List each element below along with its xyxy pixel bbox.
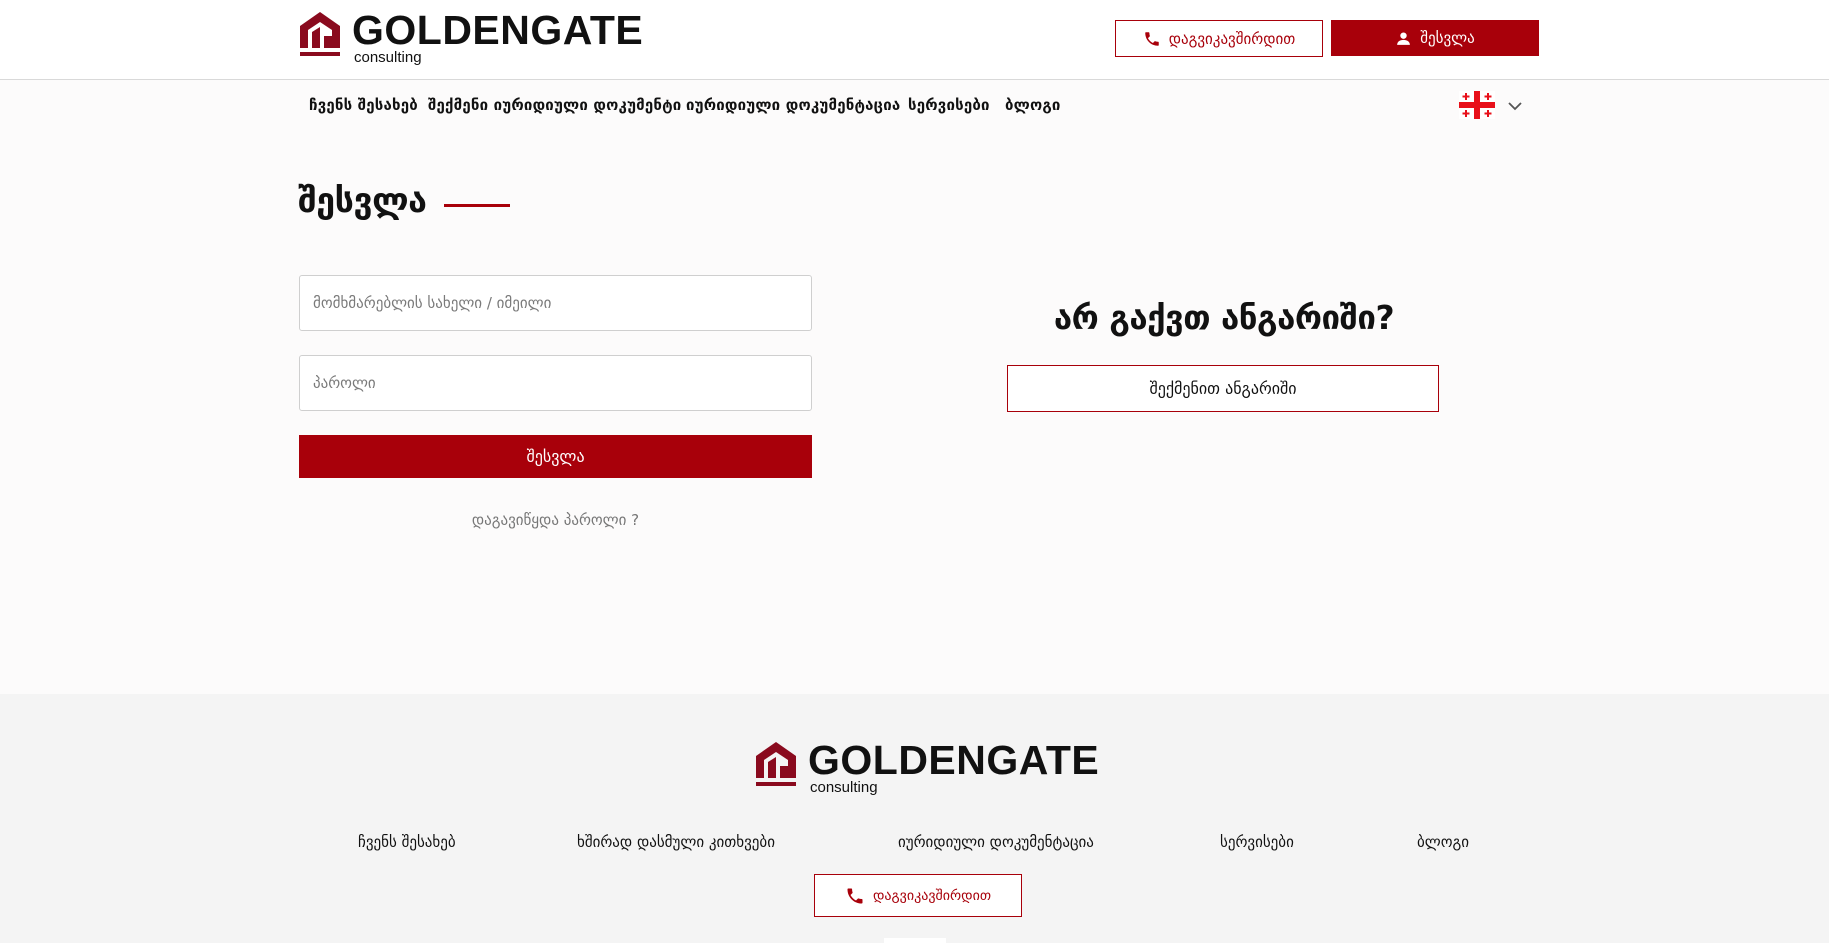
footer-partial-element bbox=[884, 938, 946, 943]
footer-link-blog[interactable]: ბლოგი bbox=[1417, 833, 1469, 851]
contact-button-label: დაგვიკავშირდით bbox=[1168, 29, 1296, 48]
top-header bbox=[0, 0, 1829, 80]
login-submit-label: შესვლა bbox=[526, 447, 585, 466]
title-accent-line bbox=[444, 204, 510, 207]
goldengate-logo-icon bbox=[300, 12, 340, 56]
goldengate-logo-icon bbox=[756, 742, 796, 786]
nav-item-create-document[interactable]: შექმენი იურიდიული დოკუმენტი bbox=[428, 96, 681, 114]
forgot-password-link[interactable]: დაგავიწყდა პაროლი ? bbox=[299, 511, 812, 529]
nav-item-blog[interactable]: ბლოგი bbox=[1005, 96, 1061, 114]
header-login-button[interactable]: შესვლა bbox=[1331, 20, 1539, 56]
nav-item-legal-documents[interactable]: იურიდიული დოკუმენტაცია bbox=[686, 96, 900, 114]
login-submit-button[interactable]: შესვლა bbox=[299, 435, 812, 478]
georgian-flag-icon[interactable] bbox=[1459, 91, 1495, 119]
create-account-label: შექმენით ანგარიში bbox=[1149, 379, 1297, 398]
footer-logo-sub-text: consulting bbox=[810, 779, 878, 796]
header-logo[interactable]: GOLDENGATE consulting bbox=[298, 10, 643, 66]
create-account-button[interactable]: შექმენით ანგარიში bbox=[1007, 365, 1439, 412]
footer-link-legal-documents[interactable]: იურიდიული დოკუმენტაცია bbox=[898, 833, 1094, 851]
username-input[interactable] bbox=[313, 294, 798, 312]
footer-link-services[interactable]: სერვისები bbox=[1220, 833, 1294, 851]
footer-link-about[interactable]: ჩვენს შესახებ bbox=[358, 833, 456, 851]
contact-button[interactable]: დაგვიკავშირდით bbox=[1115, 20, 1323, 57]
password-input[interactable] bbox=[313, 374, 798, 392]
username-field[interactable] bbox=[299, 275, 812, 331]
footer-logo[interactable]: GOLDENGATE consulting bbox=[754, 740, 1099, 796]
page-title: შესვლა bbox=[298, 181, 427, 221]
footer-contact-label: დაგვიკავშირდით bbox=[872, 887, 992, 904]
footer-contact-button[interactable]: დაგვიკავშირდით bbox=[814, 874, 1022, 917]
footer-logo-brand-text: GOLDENGATE bbox=[808, 737, 1100, 783]
no-account-heading: არ გაქვთ ანგარიში? bbox=[1053, 298, 1395, 337]
logo-sub-text: consulting bbox=[354, 49, 422, 66]
logo-brand-text: GOLDENGATE bbox=[352, 7, 644, 53]
nav-item-about[interactable]: ჩვენს შესახებ bbox=[309, 96, 418, 114]
footer-link-faq[interactable]: ხშირად დასმული კითხვები bbox=[577, 833, 775, 851]
chevron-down-icon[interactable] bbox=[1508, 101, 1522, 111]
password-field[interactable] bbox=[299, 355, 812, 411]
phone-icon bbox=[1144, 31, 1159, 46]
nav-item-services[interactable]: სერვისები bbox=[908, 96, 990, 114]
header-login-label: შესვლა bbox=[1420, 29, 1475, 47]
user-icon bbox=[1397, 31, 1411, 45]
phone-icon bbox=[847, 888, 863, 903]
